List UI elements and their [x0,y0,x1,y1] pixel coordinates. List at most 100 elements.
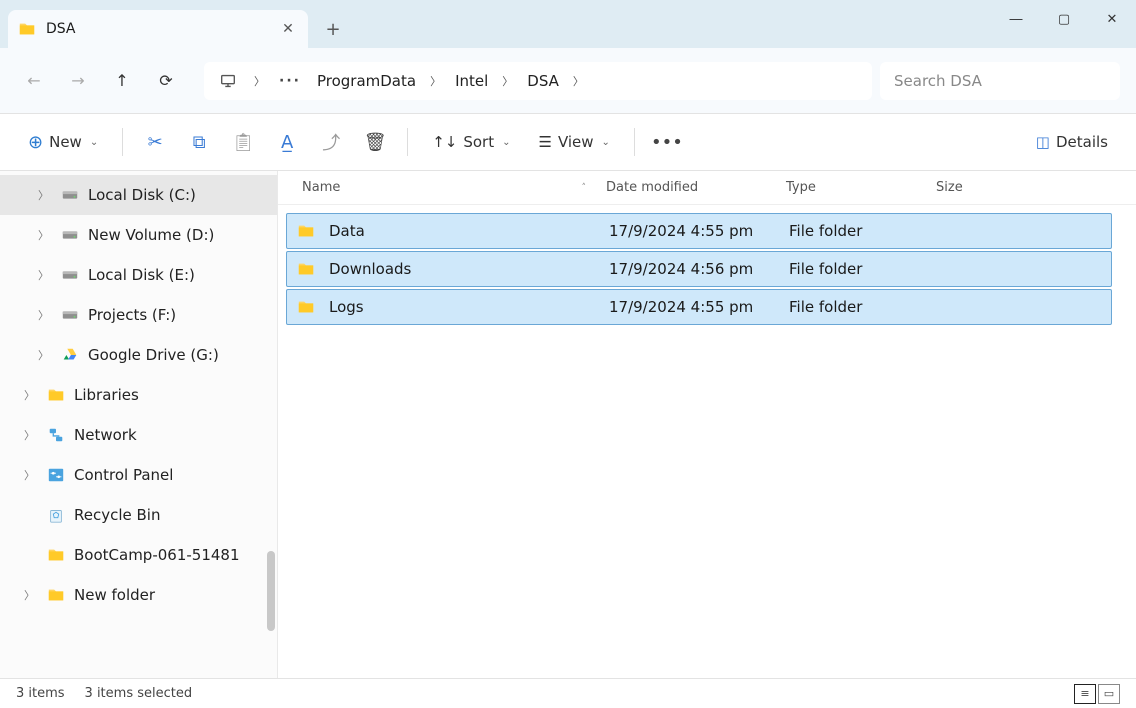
breadcrumb-bar[interactable]: 〉 ··· ProgramData 〉 Intel 〉 DSA 〉 [204,62,872,100]
file-row[interactable]: Downloads17/9/2024 4:56 pmFile folder [286,251,1112,287]
details-pane-button[interactable]: ◫ Details [1026,124,1118,160]
body: 〉Local Disk (C:)〉New Volume (D:)〉Local D… [0,171,1136,678]
forward-button[interactable]: → [60,63,96,99]
nav-item[interactable]: Recycle Bin [0,495,277,535]
nav-item-label: Libraries [74,386,139,404]
details-view-button[interactable]: ≡ [1074,684,1096,704]
nav-item-label: Control Panel [74,466,173,484]
scrollbar-thumb[interactable] [267,551,275,631]
nav-item[interactable]: 〉Google Drive (G:) [0,335,277,375]
share-button[interactable]: ⤴ [313,129,349,155]
breadcrumb-item[interactable]: ProgramData [311,68,422,94]
nav-item-label: New folder [74,586,155,604]
thumbnails-view-button[interactable]: ▭ [1098,684,1120,704]
refresh-button[interactable]: ⟳ [148,63,184,99]
file-name: Logs [329,298,609,316]
file-date: 17/9/2024 4:55 pm [609,222,789,240]
recycle-icon [46,506,66,524]
folder-icon [18,20,36,38]
disk-icon [60,306,80,324]
delete-button[interactable]: 🗑︎ [357,132,393,153]
file-name: Downloads [329,260,609,278]
copy-button[interactable]: ⧉ [181,132,217,153]
folder-icon [46,546,66,564]
view-mode-switch: ≡ ▭ [1074,684,1120,704]
minimize-button[interactable]: ― [992,0,1040,38]
folder-icon [46,386,66,404]
maximize-button[interactable]: ▢ [1040,0,1088,38]
nav-item[interactable]: 〉Projects (F:) [0,295,277,335]
window-tab[interactable]: DSA ✕ [8,10,308,48]
nav-item[interactable]: 〉New Volume (D:) [0,215,277,255]
more-button[interactable]: ••• [649,132,685,153]
chevron-right-icon[interactable]: 〉 [250,73,269,89]
new-button[interactable]: ⊕ New ⌄ [18,124,108,160]
address-bar: ← → ↑ ⟳ 〉 ··· ProgramData 〉 Intel 〉 DSA … [0,48,1136,113]
breadcrumb-item[interactable]: Intel [449,68,494,94]
chevron-right-icon[interactable]: 〉 [426,73,445,89]
nav-item[interactable]: 〉 Libraries [0,375,277,415]
folder-icon [297,260,319,278]
nav-item-label: Local Disk (E:) [88,266,195,284]
breadcrumb-overflow[interactable]: ··· [273,73,307,89]
column-name[interactable]: Name ˄ [302,180,606,195]
rename-button[interactable]: A̲ [269,132,305,153]
list-icon: ☰ [538,133,551,151]
back-button[interactable]: ← [16,63,52,99]
file-list[interactable]: Data17/9/2024 4:55 pmFile folderDownload… [278,205,1136,678]
file-row[interactable]: Data17/9/2024 4:55 pmFile folder [286,213,1112,249]
nav-item[interactable]: BootCamp-061-51481 [0,535,277,575]
nav-item-label: Local Disk (C:) [88,186,196,204]
file-row[interactable]: Logs17/9/2024 4:55 pmFile folder [286,289,1112,325]
column-size[interactable]: Size [936,180,1136,195]
chevron-right-icon: 〉 [38,267,52,283]
file-type: File folder [789,222,939,240]
nav-item[interactable]: 〉 Local Disk (C:) [0,175,277,215]
close-tab-icon[interactable]: ✕ [278,21,298,37]
search-input[interactable]: Search DSA [880,62,1120,100]
chevron-right-icon: 〉 [24,387,38,403]
chevron-right-icon: 〉 [24,467,38,483]
separator [407,128,408,156]
up-button[interactable]: ↑ [104,63,140,99]
nav-item[interactable]: 〉Network [0,415,277,455]
window-controls: ― ▢ ✕ [992,0,1136,38]
nav-item[interactable]: 〉 Local Disk (E:) [0,255,277,295]
pc-icon [210,72,246,90]
chevron-down-icon: ⌄ [502,137,510,148]
cut-button[interactable]: ✂ [137,132,173,153]
chevron-right-icon: 〉 [38,227,52,243]
details-pane-icon: ◫ [1036,133,1050,151]
breadcrumb-item[interactable]: DSA [521,68,565,94]
nav-item-label: BootCamp-061-51481 [74,546,240,564]
column-date[interactable]: Date modified [606,180,786,195]
separator [634,128,635,156]
nav-item[interactable]: 〉 Control Panel [0,455,277,495]
plus-circle-icon: ⊕ [28,132,43,153]
close-window-button[interactable]: ✕ [1088,0,1136,38]
status-bar: 3 items 3 items selected ≡ ▭ [0,678,1136,708]
disk-icon [60,226,80,244]
control-icon [46,466,66,484]
sort-button[interactable]: ↑↓ Sort ⌄ [422,124,520,160]
view-button[interactable]: ☰ View ⌄ [528,124,619,160]
chevron-right-icon: 〉 [24,587,38,603]
search-placeholder: Search DSA [894,72,982,90]
chevron-right-icon[interactable]: 〉 [569,73,588,89]
paste-button[interactable]: 📋︎ [225,132,261,153]
chevron-right-icon: 〉 [38,187,52,203]
new-tab-button[interactable]: + [316,12,350,46]
nav-item-label: Recycle Bin [74,506,160,524]
view-button-label: View [558,133,594,151]
file-type: File folder [789,260,939,278]
tab-title: DSA [46,21,76,37]
folder-icon [46,586,66,604]
chevron-right-icon[interactable]: 〉 [498,73,517,89]
column-headers: Name ˄ Date modified Type Size [278,171,1136,205]
column-type[interactable]: Type [786,180,936,195]
command-bar: ⊕ New ⌄ ✂ ⧉ 📋︎ A̲ ⤴ 🗑︎ ↑↓ Sort ⌄ ☰ View … [0,113,1136,171]
navigation-pane[interactable]: 〉Local Disk (C:)〉New Volume (D:)〉Local D… [0,171,278,678]
nav-item[interactable]: 〉 New folder [0,575,277,615]
sort-asc-icon: ˄ [582,183,587,193]
column-name-label: Name [302,180,340,195]
